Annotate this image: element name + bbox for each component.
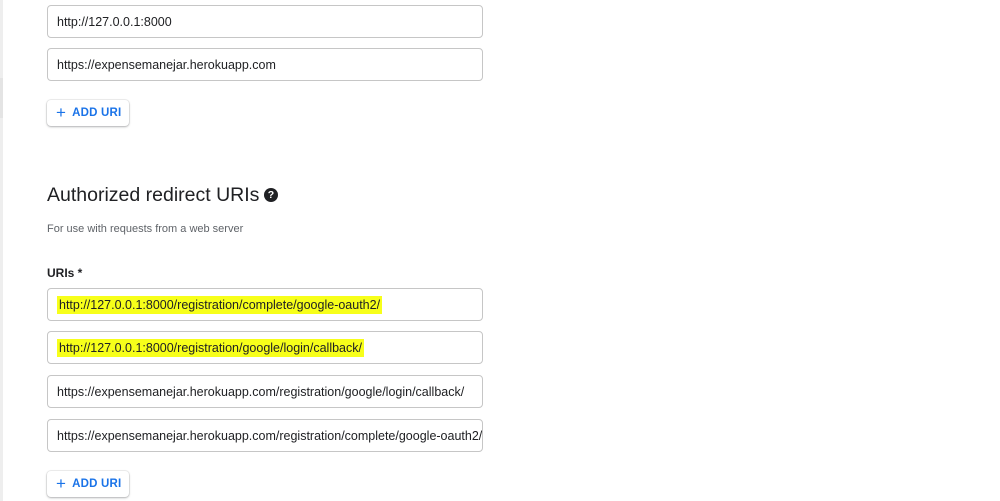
redirect-uri-input-2[interactable]: http://127.0.0.1:8000/registration/googl… <box>47 331 483 364</box>
add-origin-uri-button[interactable]: + ADD URI <box>47 100 129 126</box>
origin-uri-value: https://expensemanejar.herokuapp.com <box>57 57 276 72</box>
redirect-uri-value: https://expensemanejar.herokuapp.com/reg… <box>57 384 465 399</box>
oauth-client-settings-page: http://127.0.0.1:8000 https://expenseman… <box>0 0 1000 501</box>
origin-uri-input-2[interactable]: https://expensemanejar.herokuapp.com <box>47 48 483 81</box>
origin-uri-input-1[interactable]: http://127.0.0.1:8000 <box>47 5 483 38</box>
left-divider-marker <box>0 78 3 118</box>
uris-field-label: URIs * <box>47 266 83 280</box>
section-title: Authorized redirect URIs <box>47 184 260 206</box>
redirect-uri-input-3[interactable]: https://expensemanejar.herokuapp.com/reg… <box>47 375 483 408</box>
plus-icon: + <box>56 473 67 493</box>
redirect-uri-input-4[interactable]: https://expensemanejar.herokuapp.com/reg… <box>47 419 483 452</box>
section-description: For use with requests from a web server <box>47 223 244 235</box>
add-uri-label: ADD URI <box>72 107 122 119</box>
redirect-uri-value: http://127.0.0.1:8000/registration/compl… <box>57 295 383 314</box>
origin-uri-value: http://127.0.0.1:8000 <box>57 14 172 29</box>
help-circle-icon[interactable]: ? <box>264 188 278 202</box>
redirect-uri-value: https://expensemanejar.herokuapp.com/reg… <box>57 428 483 443</box>
redirect-uri-value: http://127.0.0.1:8000/registration/googl… <box>57 338 364 357</box>
plus-icon: + <box>56 102 67 122</box>
add-uri-label: ADD URI <box>72 478 122 490</box>
add-redirect-uri-button[interactable]: + ADD URI <box>47 471 129 497</box>
left-divider <box>0 0 3 501</box>
redirect-uri-input-1[interactable]: http://127.0.0.1:8000/registration/compl… <box>47 288 483 321</box>
